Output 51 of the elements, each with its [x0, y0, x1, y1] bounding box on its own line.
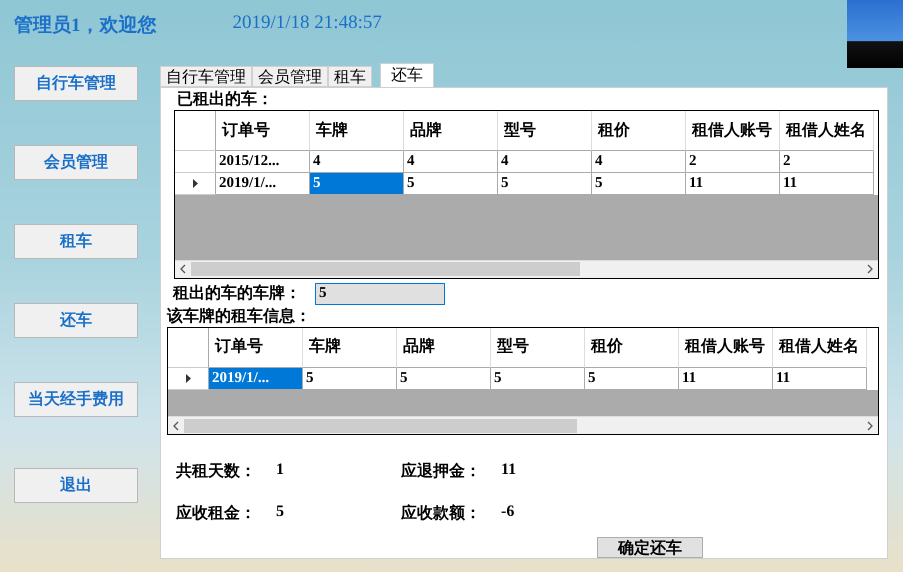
summary-label: 应收租金： [176, 503, 257, 524]
tab[interactable]: 还车 [380, 63, 434, 87]
sidebar-button[interactable]: 会员管理 [14, 145, 138, 180]
current-row-icon [186, 374, 190, 383]
table-cell[interactable]: 11 [773, 368, 867, 390]
summary-label: 应退押金： [401, 461, 482, 482]
section-title: 该车牌的租车信息： [167, 306, 312, 327]
scroll-left-icon[interactable] [173, 420, 179, 430]
table-cell[interactable]: 5 [397, 368, 491, 390]
summary-value: 11 [501, 461, 516, 480]
tab[interactable]: 会员管理 [252, 66, 328, 87]
scrollbar-thumb[interactable] [184, 418, 578, 432]
table-cell[interactable]: 11 [686, 173, 780, 195]
scroll-left-icon[interactable] [180, 264, 186, 274]
summary-label: 共租天数： [176, 462, 257, 482]
table-cell[interactable]: 5 [310, 173, 404, 195]
photo-placeholder [847, 0, 903, 68]
table-cell[interactable]: 5 [585, 368, 679, 390]
greeting-text: 管理员1，欢迎您 [14, 14, 156, 38]
summary-value: -6 [501, 503, 514, 522]
confirm-return-button[interactable]: 确定还车 [597, 537, 703, 558]
table-cell[interactable]: 2019/1/... [209, 368, 303, 390]
section-title: 已租出的车： [177, 90, 274, 110]
row-header[interactable] [168, 368, 209, 390]
summary-label: 应收款额： [401, 503, 482, 524]
horizontal-scrollbar[interactable] [168, 416, 878, 434]
sidebar-button[interactable]: 还车 [14, 303, 138, 338]
summary-value: 5 [276, 503, 284, 522]
horizontal-scrollbar[interactable] [175, 260, 878, 278]
current-row-icon [192, 179, 198, 188]
sidebar-button[interactable]: 退出 [14, 468, 138, 503]
sidebar-button[interactable]: 当天经手费用 [14, 382, 138, 417]
table-cell[interactable]: 5 [404, 173, 498, 195]
table-cell[interactable]: 11 [679, 368, 773, 390]
sidebar-button[interactable]: 自行车管理 [14, 66, 138, 101]
table-cell[interactable]: 11 [780, 173, 874, 195]
scrollbar-thumb[interactable] [191, 262, 580, 276]
datetime-text: 2019/1/18 21:48:57 [232, 12, 382, 34]
plate-label: 租出的车的车牌： [173, 283, 302, 304]
sidebar-button[interactable]: 租车 [14, 224, 138, 259]
scroll-right-icon[interactable] [867, 264, 873, 274]
scroll-right-icon[interactable] [867, 420, 873, 430]
tab[interactable]: 自行车管理 [160, 66, 252, 87]
summary-value: 1 [276, 461, 284, 480]
table-cell[interactable]: 5 [592, 173, 686, 195]
tab[interactable]: 租车 [328, 66, 372, 87]
table-cell[interactable]: 5 [491, 368, 585, 390]
plate-input-field[interactable]: 5 [315, 282, 445, 305]
table-cell[interactable]: 5 [303, 368, 397, 390]
row-header[interactable] [175, 173, 216, 195]
table-cell[interactable]: 5 [498, 173, 592, 195]
